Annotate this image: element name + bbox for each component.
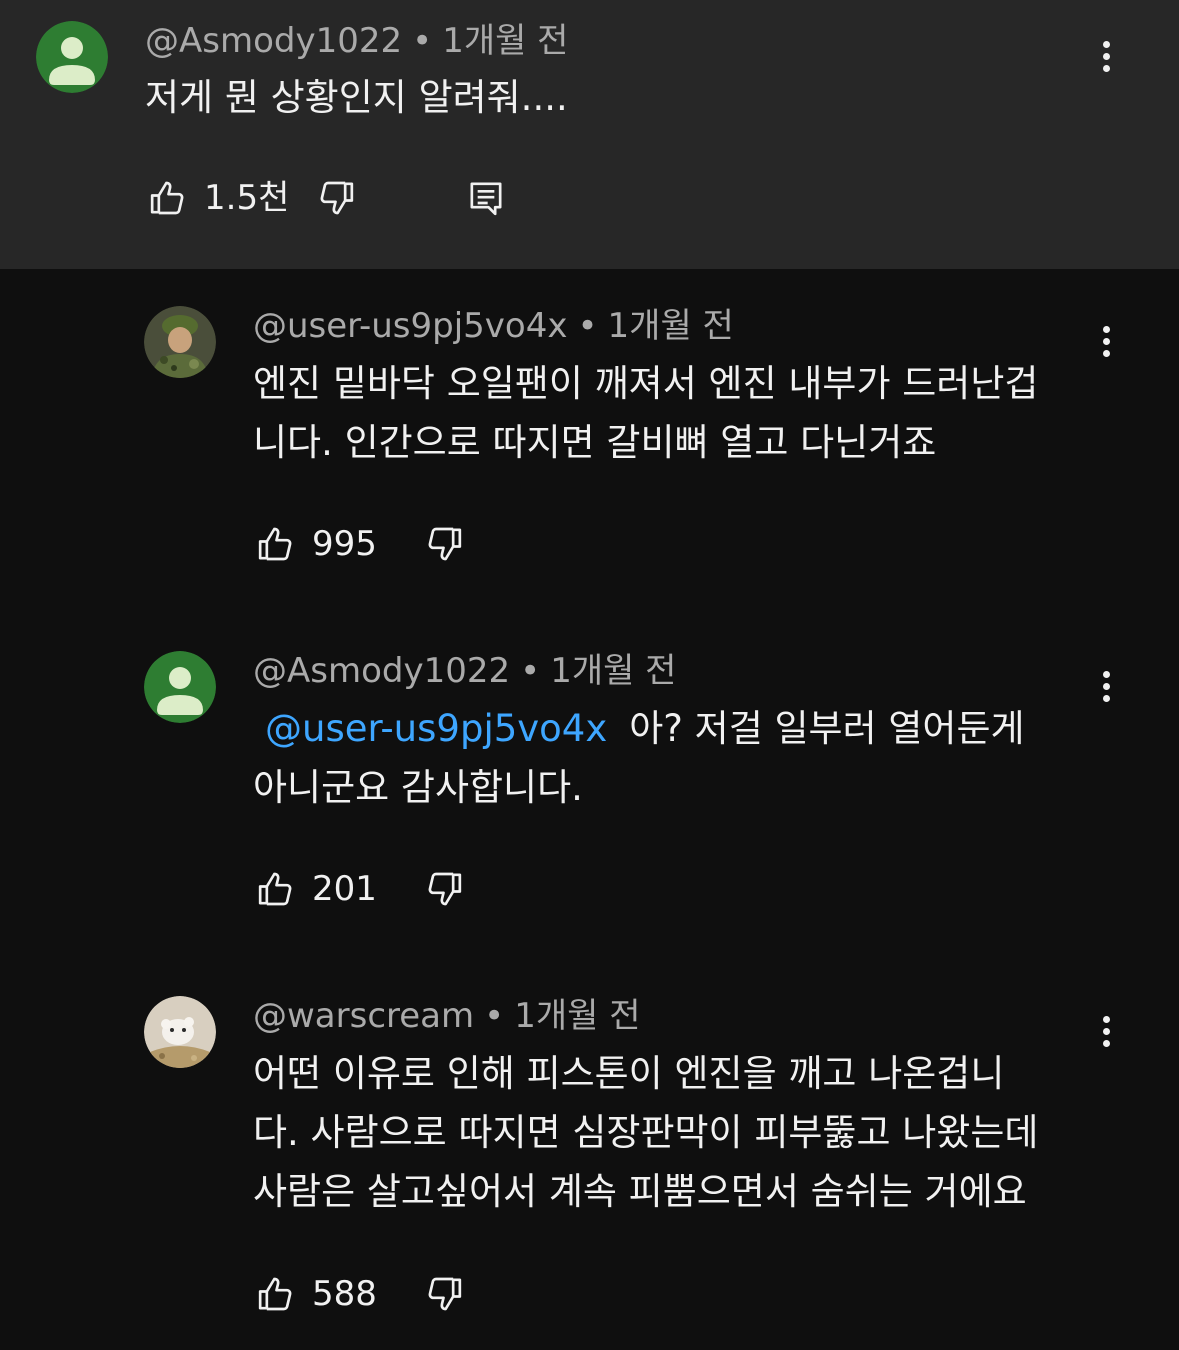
comment-author[interactable]: @warscream (253, 996, 474, 1036)
comment-line: 어떤 이유로 인해 피스톤이 엔진을 깨고 나온겁니 (253, 1052, 1005, 1095)
comment-text: 어떤 이유로 인해 피스톤이 엔진을 깨고 나온겁니 다. 사람으로 따지면 심… (253, 1044, 1038, 1221)
comment-actions: 1.5천 (148, 178, 528, 222)
avatar[interactable] (144, 306, 216, 378)
thumbs-down-icon[interactable] (424, 524, 464, 564)
comment-meta: @Asmody1022 • 1개월 전 (145, 21, 568, 61)
like-count: 201 (312, 869, 377, 909)
comment-actions: 588 (256, 1274, 496, 1318)
thumbs-up-icon[interactable] (256, 1274, 296, 1314)
avatar[interactable] (144, 651, 216, 723)
thumbs-up-icon[interactable] (256, 869, 296, 909)
comment-line: 사람은 살고싶어서 계속 피뿜으면서 숨쉬는 거에요 (253, 1170, 1027, 1213)
comment-time: 1개월 전 (550, 651, 677, 691)
comment-text: @user-us9pj5vo4x 아? 저걸 일부러 열어둔게 아니군요 감사합니… (253, 699, 1025, 817)
comment-author[interactable]: @user-us9pj5vo4x (253, 306, 567, 346)
comment-text: 저게 뭔 상황인지 알려줘.... (145, 68, 568, 127)
comment-line: 엔진 밑바닥 오일팬이 깨져서 엔진 내부가 드러난겁 (253, 362, 1039, 405)
comment-time: 1개월 전 (514, 996, 641, 1036)
comment-line: 다. 사람으로 따지면 심장판막이 피부뚫고 나왔는데 (253, 1111, 1039, 1154)
comment-meta: @Asmody1022 • 1개월 전 (253, 651, 676, 691)
thumbs-down-icon[interactable] (424, 1274, 464, 1314)
like-count: 588 (312, 1274, 377, 1314)
comment-line: 아니군요 감사합니다. (253, 766, 583, 809)
more-vert-icon[interactable] (1091, 1012, 1121, 1052)
more-vert-icon[interactable] (1091, 322, 1121, 362)
comment-line: 니다. 인간으로 따지면 갈비뼈 열고 다닌거죠 (253, 421, 937, 464)
comment-author[interactable]: @Asmody1022 (253, 651, 510, 691)
thumbs-down-icon[interactable] (316, 178, 356, 218)
comment-meta: @warscream • 1개월 전 (253, 996, 640, 1036)
more-vert-icon[interactable] (1091, 37, 1121, 77)
like-count: 1.5천 (204, 178, 290, 218)
comment-author[interactable]: @Asmody1022 (145, 21, 402, 61)
comment-meta: @user-us9pj5vo4x • 1개월 전 (253, 306, 734, 346)
meta-separator: • (484, 996, 505, 1036)
more-vert-icon[interactable] (1091, 667, 1121, 707)
meta-separator: • (577, 306, 598, 346)
thumbs-up-icon[interactable] (256, 524, 296, 564)
reply-icon[interactable] (466, 178, 506, 218)
parent-comment: @Asmody1022 • 1개월 전 저게 뭔 상황인지 알려줘.... 1.5천 (0, 0, 1179, 269)
comment-actions: 995 (256, 524, 496, 568)
comment-time: 1개월 전 (442, 21, 569, 61)
mention-link[interactable]: @user-us9pj5vo4x (265, 707, 607, 750)
comment-line-text: 아? 저걸 일부러 열어둔게 (629, 707, 1025, 750)
comment-time: 1개월 전 (607, 306, 734, 346)
comment-text: 엔진 밑바닥 오일팬이 깨져서 엔진 내부가 드러난겁 니다. 인간으로 따지면… (253, 354, 1038, 472)
comment-line: @user-us9pj5vo4x 아? 저걸 일부러 열어둔게 (253, 699, 1025, 758)
comment-line: 저게 뭔 상황인지 알려줘.... (145, 76, 568, 119)
meta-separator: • (412, 21, 433, 61)
avatar[interactable] (144, 996, 216, 1068)
meta-separator: • (520, 651, 541, 691)
comment-actions: 201 (256, 869, 496, 913)
avatar[interactable] (36, 21, 108, 93)
like-count: 995 (312, 524, 377, 564)
thumbs-down-icon[interactable] (424, 869, 464, 909)
thumbs-up-icon[interactable] (148, 178, 188, 218)
